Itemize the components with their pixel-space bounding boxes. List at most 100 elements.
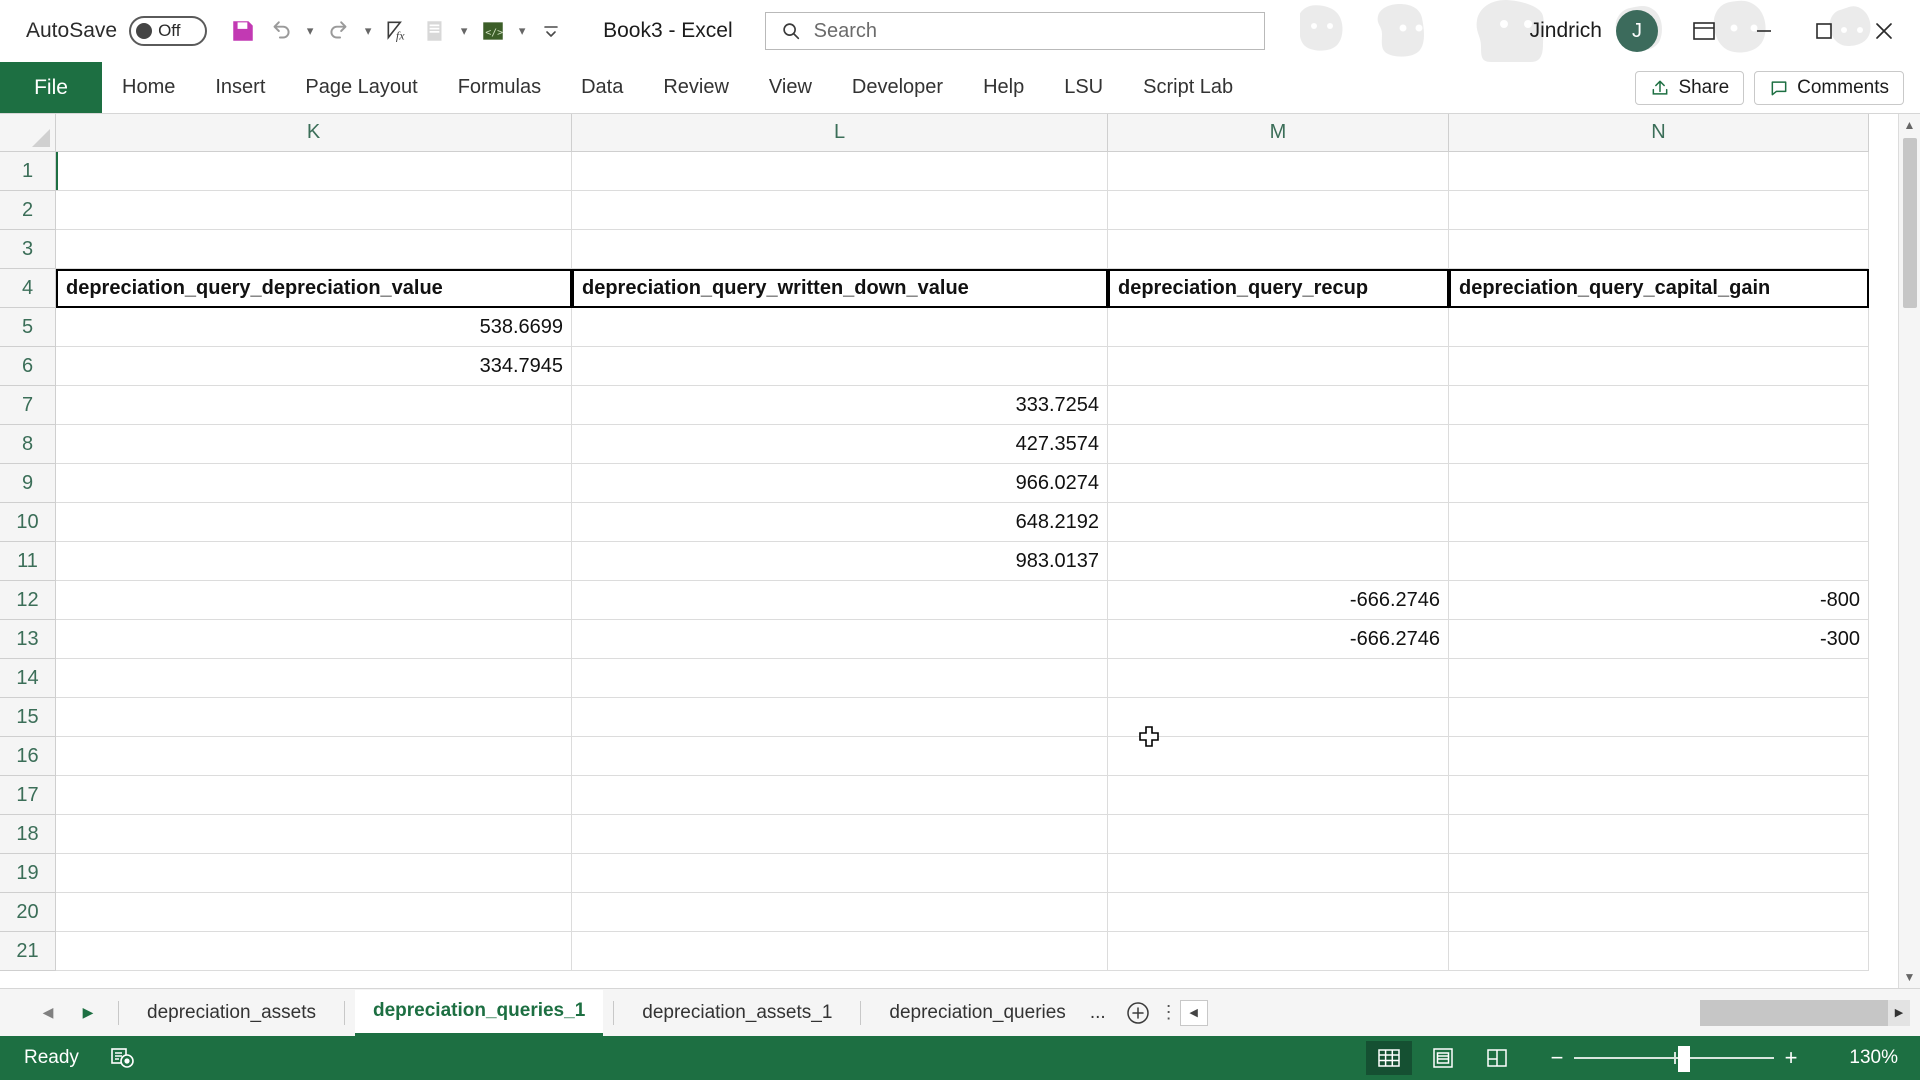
cell-N5[interactable] bbox=[1449, 308, 1869, 347]
tab-developer[interactable]: Developer bbox=[832, 62, 963, 113]
row-header-9[interactable]: 9 bbox=[0, 464, 56, 503]
cell-K1[interactable] bbox=[56, 152, 572, 191]
cell-N1[interactable] bbox=[1449, 152, 1869, 191]
cell-N8[interactable] bbox=[1449, 425, 1869, 464]
tab-lsu[interactable]: LSU bbox=[1044, 62, 1123, 113]
cell-K9[interactable] bbox=[56, 464, 572, 503]
cell-L7[interactable]: 333.7254 bbox=[572, 386, 1108, 425]
cell-N2[interactable] bbox=[1449, 191, 1869, 230]
cell-N13[interactable]: -300 bbox=[1449, 620, 1869, 659]
page-layout-view-button[interactable] bbox=[1420, 1041, 1466, 1075]
cell-K12[interactable] bbox=[56, 581, 572, 620]
new-sheet-button[interactable] bbox=[1118, 993, 1158, 1033]
row-header-7[interactable]: 7 bbox=[0, 386, 56, 425]
select-all-corner[interactable] bbox=[0, 114, 56, 152]
cell-L21[interactable] bbox=[572, 932, 1108, 971]
tab-home[interactable]: Home bbox=[102, 62, 195, 113]
cell-K16[interactable] bbox=[56, 737, 572, 776]
cell-L17[interactable] bbox=[572, 776, 1108, 815]
zoom-slider[interactable] bbox=[1574, 1057, 1774, 1059]
undo-dropdown-icon[interactable]: ▾ bbox=[301, 12, 319, 50]
row-header-2[interactable]: 2 bbox=[0, 191, 56, 230]
cell-L15[interactable] bbox=[572, 698, 1108, 737]
cell-L3[interactable] bbox=[572, 230, 1108, 269]
sheet-tab-depreciation-assets-1[interactable]: depreciation_assets_1 bbox=[624, 990, 850, 1036]
cell-N15[interactable] bbox=[1449, 698, 1869, 737]
cell-M14[interactable] bbox=[1108, 659, 1449, 698]
row-header-21[interactable]: 21 bbox=[0, 932, 56, 971]
cell-K5[interactable]: 538.6699 bbox=[56, 308, 572, 347]
horizontal-scrollbar[interactable]: ▶ bbox=[1700, 1000, 1910, 1026]
cell-K18[interactable] bbox=[56, 815, 572, 854]
tab-review[interactable]: Review bbox=[643, 62, 749, 113]
row-header-1[interactable]: 1 bbox=[0, 152, 56, 191]
paste-dropdown-icon[interactable]: ▾ bbox=[455, 12, 473, 50]
horizontal-scroll-right-arrow-icon[interactable]: ▶ bbox=[1888, 1000, 1910, 1026]
tab-page-layout[interactable]: Page Layout bbox=[285, 62, 437, 113]
cell-L6[interactable] bbox=[572, 347, 1108, 386]
all-sheets-menu-icon[interactable]: ⋮ bbox=[1158, 1002, 1180, 1023]
row-header-8[interactable]: 8 bbox=[0, 425, 56, 464]
column-header-k[interactable]: K bbox=[56, 114, 572, 152]
minimize-icon[interactable] bbox=[1736, 9, 1792, 53]
cell-L16[interactable] bbox=[572, 737, 1108, 776]
scroll-down-arrow-icon[interactable]: ▼ bbox=[1904, 966, 1916, 988]
cell-L10[interactable]: 648.2192 bbox=[572, 503, 1108, 542]
autosave-toggle[interactable]: Off bbox=[129, 16, 207, 46]
cell-N14[interactable] bbox=[1449, 659, 1869, 698]
cell-M18[interactable] bbox=[1108, 815, 1449, 854]
cell-L4[interactable]: depreciation_query_written_down_value bbox=[572, 269, 1108, 308]
cell-L5[interactable] bbox=[572, 308, 1108, 347]
cell-N20[interactable] bbox=[1449, 893, 1869, 932]
cell-K4[interactable]: depreciation_query_depreciation_value bbox=[56, 269, 572, 308]
cell-K20[interactable] bbox=[56, 893, 572, 932]
cell-K15[interactable] bbox=[56, 698, 572, 737]
cell-K11[interactable] bbox=[56, 542, 572, 581]
cell-N10[interactable] bbox=[1449, 503, 1869, 542]
cell-L14[interactable] bbox=[572, 659, 1108, 698]
row-header-5[interactable]: 5 bbox=[0, 308, 56, 347]
cell-M19[interactable] bbox=[1108, 854, 1449, 893]
cell-M15[interactable] bbox=[1108, 698, 1449, 737]
cell-L18[interactable] bbox=[572, 815, 1108, 854]
close-icon[interactable] bbox=[1856, 9, 1912, 53]
cell-N7[interactable] bbox=[1449, 386, 1869, 425]
cell-K2[interactable] bbox=[56, 191, 572, 230]
save-icon[interactable] bbox=[225, 12, 261, 50]
next-sheet-arrow-icon[interactable]: ▶ bbox=[68, 993, 108, 1033]
normal-view-button[interactable] bbox=[1366, 1041, 1412, 1075]
sheet-tab-depreciation-queries[interactable]: depreciation_queries bbox=[871, 990, 1083, 1036]
cell-L12[interactable] bbox=[572, 581, 1108, 620]
cell-M2[interactable] bbox=[1108, 191, 1449, 230]
avatar[interactable]: J bbox=[1616, 10, 1658, 52]
cell-L11[interactable]: 983.0137 bbox=[572, 542, 1108, 581]
cell-N12[interactable]: -800 bbox=[1449, 581, 1869, 620]
tab-help[interactable]: Help bbox=[963, 62, 1044, 113]
undo-icon[interactable] bbox=[263, 12, 299, 50]
cell-M13[interactable]: -666.2746 bbox=[1108, 620, 1449, 659]
cell-M21[interactable] bbox=[1108, 932, 1449, 971]
vertical-scrollbar[interactable]: ▲ ▼ bbox=[1898, 114, 1920, 988]
vertical-scroll-thumb[interactable] bbox=[1903, 138, 1917, 308]
cell-M1[interactable] bbox=[1108, 152, 1449, 191]
cell-K3[interactable] bbox=[56, 230, 572, 269]
cell-L20[interactable] bbox=[572, 893, 1108, 932]
cell-L2[interactable] bbox=[572, 191, 1108, 230]
zoom-level-label[interactable]: 130% bbox=[1822, 1047, 1898, 1069]
cell-N16[interactable] bbox=[1449, 737, 1869, 776]
script-lab-dropdown-icon[interactable]: ▾ bbox=[513, 12, 531, 50]
cell-L9[interactable]: 966.0274 bbox=[572, 464, 1108, 503]
cell-K14[interactable] bbox=[56, 659, 572, 698]
cell-K8[interactable] bbox=[56, 425, 572, 464]
cell-M6[interactable] bbox=[1108, 347, 1449, 386]
cell-K10[interactable] bbox=[56, 503, 572, 542]
cell-M3[interactable] bbox=[1108, 230, 1449, 269]
column-header-m[interactable]: M bbox=[1108, 114, 1449, 152]
cell-K17[interactable] bbox=[56, 776, 572, 815]
horizontal-scroll-thumb[interactable] bbox=[1700, 1000, 1888, 1026]
clipboard-icon[interactable] bbox=[417, 12, 453, 50]
row-header-6[interactable]: 6 bbox=[0, 347, 56, 386]
cell-N21[interactable] bbox=[1449, 932, 1869, 971]
redo-icon[interactable] bbox=[321, 12, 357, 50]
cell-N4[interactable]: depreciation_query_capital_gain bbox=[1449, 269, 1869, 308]
